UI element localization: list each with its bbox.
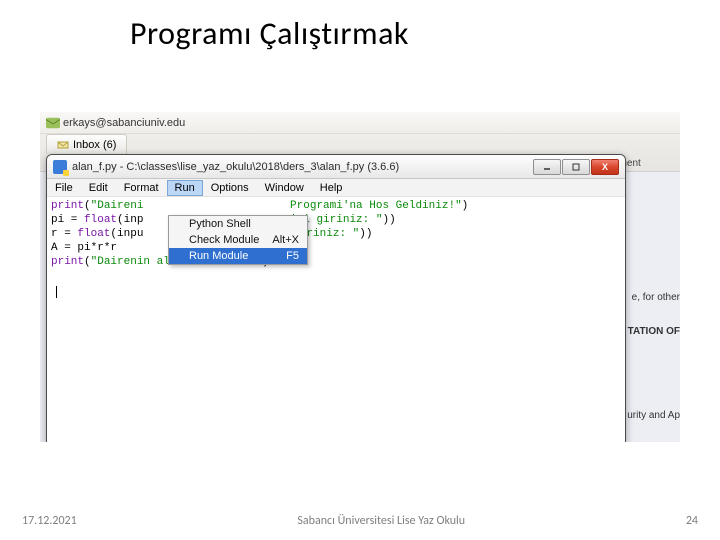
menu-window[interactable]: Window — [257, 180, 312, 196]
inbox-tab[interactable]: Inbox (6) — [46, 134, 127, 154]
slide-title: Programı Çalıştırmak — [130, 14, 409, 53]
menu-item-python-shell[interactable]: Python Shell — [169, 216, 307, 232]
footer-date: 17.12.2021 — [22, 514, 77, 528]
menu-format[interactable]: Format — [116, 180, 167, 196]
maximize-button[interactable] — [562, 159, 590, 175]
menu-help[interactable]: Help — [312, 180, 351, 196]
menu-bar: File Edit Format Run Options Window Help — [47, 179, 625, 197]
idle-editor-window: alan_f.py - C:\classes\lise_yaz_okulu\20… — [46, 154, 626, 442]
window-titlebar[interactable]: alan_f.py - C:\classes\lise_yaz_okulu\20… — [47, 155, 625, 179]
clipped-text-3: urity and Ap — [627, 410, 680, 421]
close-button[interactable]: X — [591, 159, 619, 175]
run-menu-dropdown: Python Shell Check ModuleAlt+X Run Modul… — [168, 215, 308, 265]
code-editor[interactable]: print("Daireni Programi'na Hos Geldiniz!… — [47, 197, 625, 271]
menu-run[interactable]: Run — [167, 180, 203, 196]
clipped-text-2: TATION OF — [628, 326, 680, 337]
python-file-icon — [53, 160, 67, 174]
menu-item-check-module[interactable]: Check ModuleAlt+X — [169, 232, 307, 248]
inbox-tab-label: Inbox (6) — [73, 139, 116, 151]
minimize-button[interactable] — [533, 159, 561, 175]
footer-page: 24 — [686, 514, 698, 528]
menu-edit[interactable]: Edit — [81, 180, 116, 196]
account-address: erkays@sabanciuniv.edu — [63, 117, 185, 129]
clipped-text-1: e, for other — [632, 292, 680, 303]
screenshot-canvas: erkays@sabanciuniv.edu Inbox (6) 📌 •• Un… — [40, 112, 680, 442]
mail-account-icon — [46, 116, 60, 130]
tb-topbar: erkays@sabanciuniv.edu — [40, 112, 680, 134]
menu-item-run-module[interactable]: Run ModuleF5 — [169, 248, 307, 264]
window-title: alan_f.py - C:\classes\lise_yaz_okulu\20… — [72, 161, 399, 173]
menu-options[interactable]: Options — [203, 180, 257, 196]
footer-center: Sabancı Üniversitesi Lise Yaz Okulu — [297, 514, 465, 528]
slide-footer: 17.12.2021 Sabancı Üniversitesi Lise Yaz… — [0, 514, 720, 528]
text-cursor — [56, 286, 57, 298]
inbox-icon — [57, 139, 69, 151]
menu-file[interactable]: File — [47, 180, 81, 196]
